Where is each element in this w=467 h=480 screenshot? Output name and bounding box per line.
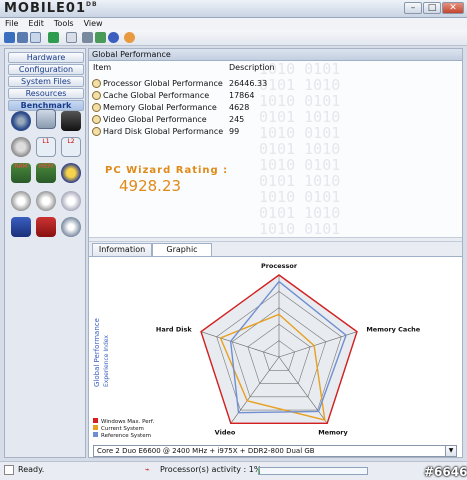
table-header: Item Description	[89, 63, 462, 75]
processor-activity: Processor(s) activity : 1%	[160, 465, 262, 474]
menu-tools[interactable]: Tools	[49, 18, 79, 30]
status-bar: Ready. ⌁ Processor(s) activity : 1%	[0, 461, 467, 480]
table-row[interactable]: Processor Global Performance 26446.33	[92, 78, 267, 90]
binary-background: 1010 0101 0101 1010 1010 0101 0101 1010 …	[259, 61, 341, 237]
status-ready: Ready.	[18, 465, 45, 474]
menu-file[interactable]: File	[0, 18, 23, 30]
tab-information[interactable]: Information	[92, 243, 152, 256]
search-icon[interactable]	[66, 32, 77, 43]
benchmark-icon	[92, 103, 101, 112]
nav-hardware[interactable]: Hardware	[8, 52, 84, 63]
video-icon[interactable]	[36, 191, 56, 211]
col-desc-header[interactable]: Description	[229, 63, 275, 72]
refresh-icon[interactable]	[48, 32, 59, 43]
mem-icon[interactable]: MEM	[36, 163, 56, 183]
axis-label-video: Video	[215, 428, 236, 436]
save-icon[interactable]	[4, 32, 15, 43]
benchmark-icon	[92, 79, 101, 88]
menu-view[interactable]: View	[79, 18, 108, 30]
activity-progress-fill	[259, 468, 261, 474]
disc-icon[interactable]	[11, 191, 31, 211]
system-select-value: Core 2 Duo E6600 @ 2400 MHz + i975X + DD…	[97, 447, 315, 455]
cpu-disc-icon[interactable]	[11, 111, 31, 131]
network-icon[interactable]	[11, 137, 31, 157]
panel-title: Global Performance	[89, 49, 462, 61]
axis-label-processor: Processor	[261, 262, 298, 270]
axis-label-memory-cache: Memory Cache	[366, 326, 420, 334]
radar-chart: Processor Memory Cache Memory Video Hard Dis…	[93, 262, 421, 439]
rating-label: PC Wizard Rating :	[105, 165, 229, 176]
nav-system-files[interactable]: System Files	[8, 76, 84, 87]
legend-swatch	[93, 432, 98, 437]
status-icon	[4, 465, 14, 475]
export-icon[interactable]	[95, 32, 106, 43]
benchmark-icon	[92, 91, 101, 100]
cache-l2-icon[interactable]: L2	[61, 137, 81, 157]
toolbar	[0, 30, 467, 46]
nav-resources[interactable]: Resources	[8, 88, 84, 99]
axis-label-hard-disk: Hard Disk	[156, 326, 192, 334]
title-bar: MOBILE01DB – □ ✕	[0, 0, 467, 18]
options-icon[interactable]	[124, 32, 135, 43]
nav-configuration[interactable]: Configuration	[8, 64, 84, 75]
graphics-icon[interactable]	[11, 217, 31, 237]
table-row[interactable]: Memory Global Performance 4628	[92, 102, 249, 114]
watermark: #6646	[424, 465, 467, 479]
axis-label-memory: Memory	[318, 428, 348, 436]
multimedia-icon[interactable]	[36, 217, 56, 237]
help-icon[interactable]	[108, 32, 119, 43]
legend-swatch	[93, 418, 98, 423]
legend-entry: Current System	[101, 426, 144, 432]
benchmark-icon	[92, 115, 101, 124]
tab-graphic[interactable]: Graphic	[152, 243, 212, 257]
activity-pulse-icon: ⌁	[145, 465, 150, 474]
audio-icon[interactable]	[61, 191, 81, 211]
minimize-button[interactable]: –	[404, 2, 422, 14]
cache-l1-icon[interactable]: L1	[36, 137, 56, 157]
graph-area: Processor Memory Cache Memory Video Hard Dis…	[89, 256, 462, 444]
table-row[interactable]: Video Global Performance 245	[92, 114, 244, 126]
close-button[interactable]: ✕	[442, 2, 464, 14]
menu-edit[interactable]: Edit	[23, 18, 49, 30]
table-row[interactable]: Cache Global Performance 17864	[92, 90, 254, 102]
report-icon[interactable]	[82, 32, 93, 43]
gpu-icon[interactable]	[61, 163, 81, 183]
legend-swatch	[93, 425, 98, 430]
main-panel: Global Performance 1010 0101 0101 1010 1…	[88, 48, 463, 458]
y-axis-subtitle: Experience Index	[103, 335, 110, 387]
tab-strip: Information Graphic	[89, 242, 462, 257]
sidebar: Hardware Configuration System Files Reso…	[4, 48, 86, 458]
print-icon[interactable]	[17, 32, 28, 43]
copy-icon[interactable]	[30, 32, 41, 43]
col-item-header[interactable]: Item	[93, 63, 111, 72]
activity-progress-bar	[258, 467, 368, 475]
table-row[interactable]: Hard Disk Global Performance 99	[92, 126, 239, 138]
system-select[interactable]: Core 2 Duo E6600 @ 2400 MHz + i975X + DD…	[93, 445, 457, 457]
legend-entry: Windows Max. Perf.	[101, 419, 154, 425]
chevron-down-icon[interactable]: ▼	[445, 446, 456, 456]
hard-disk-icon[interactable]	[61, 111, 81, 131]
benchmark-icon	[92, 127, 101, 136]
legend-entry: Reference System	[101, 433, 151, 439]
maximize-button[interactable]: □	[423, 2, 441, 14]
memory-chip-icon[interactable]	[36, 109, 56, 129]
results-area: 1010 0101 0101 1010 1010 0101 0101 1010 …	[89, 61, 462, 237]
y-axis-title: Global Performance	[93, 318, 101, 387]
app-logo: MOBILE01DB	[4, 1, 98, 16]
menu-bar: File Edit Tools View	[0, 18, 467, 30]
ram-icon[interactable]: RAM	[11, 163, 31, 183]
settings-icon[interactable]	[61, 217, 81, 237]
rating-value: 4928.23	[119, 177, 182, 195]
